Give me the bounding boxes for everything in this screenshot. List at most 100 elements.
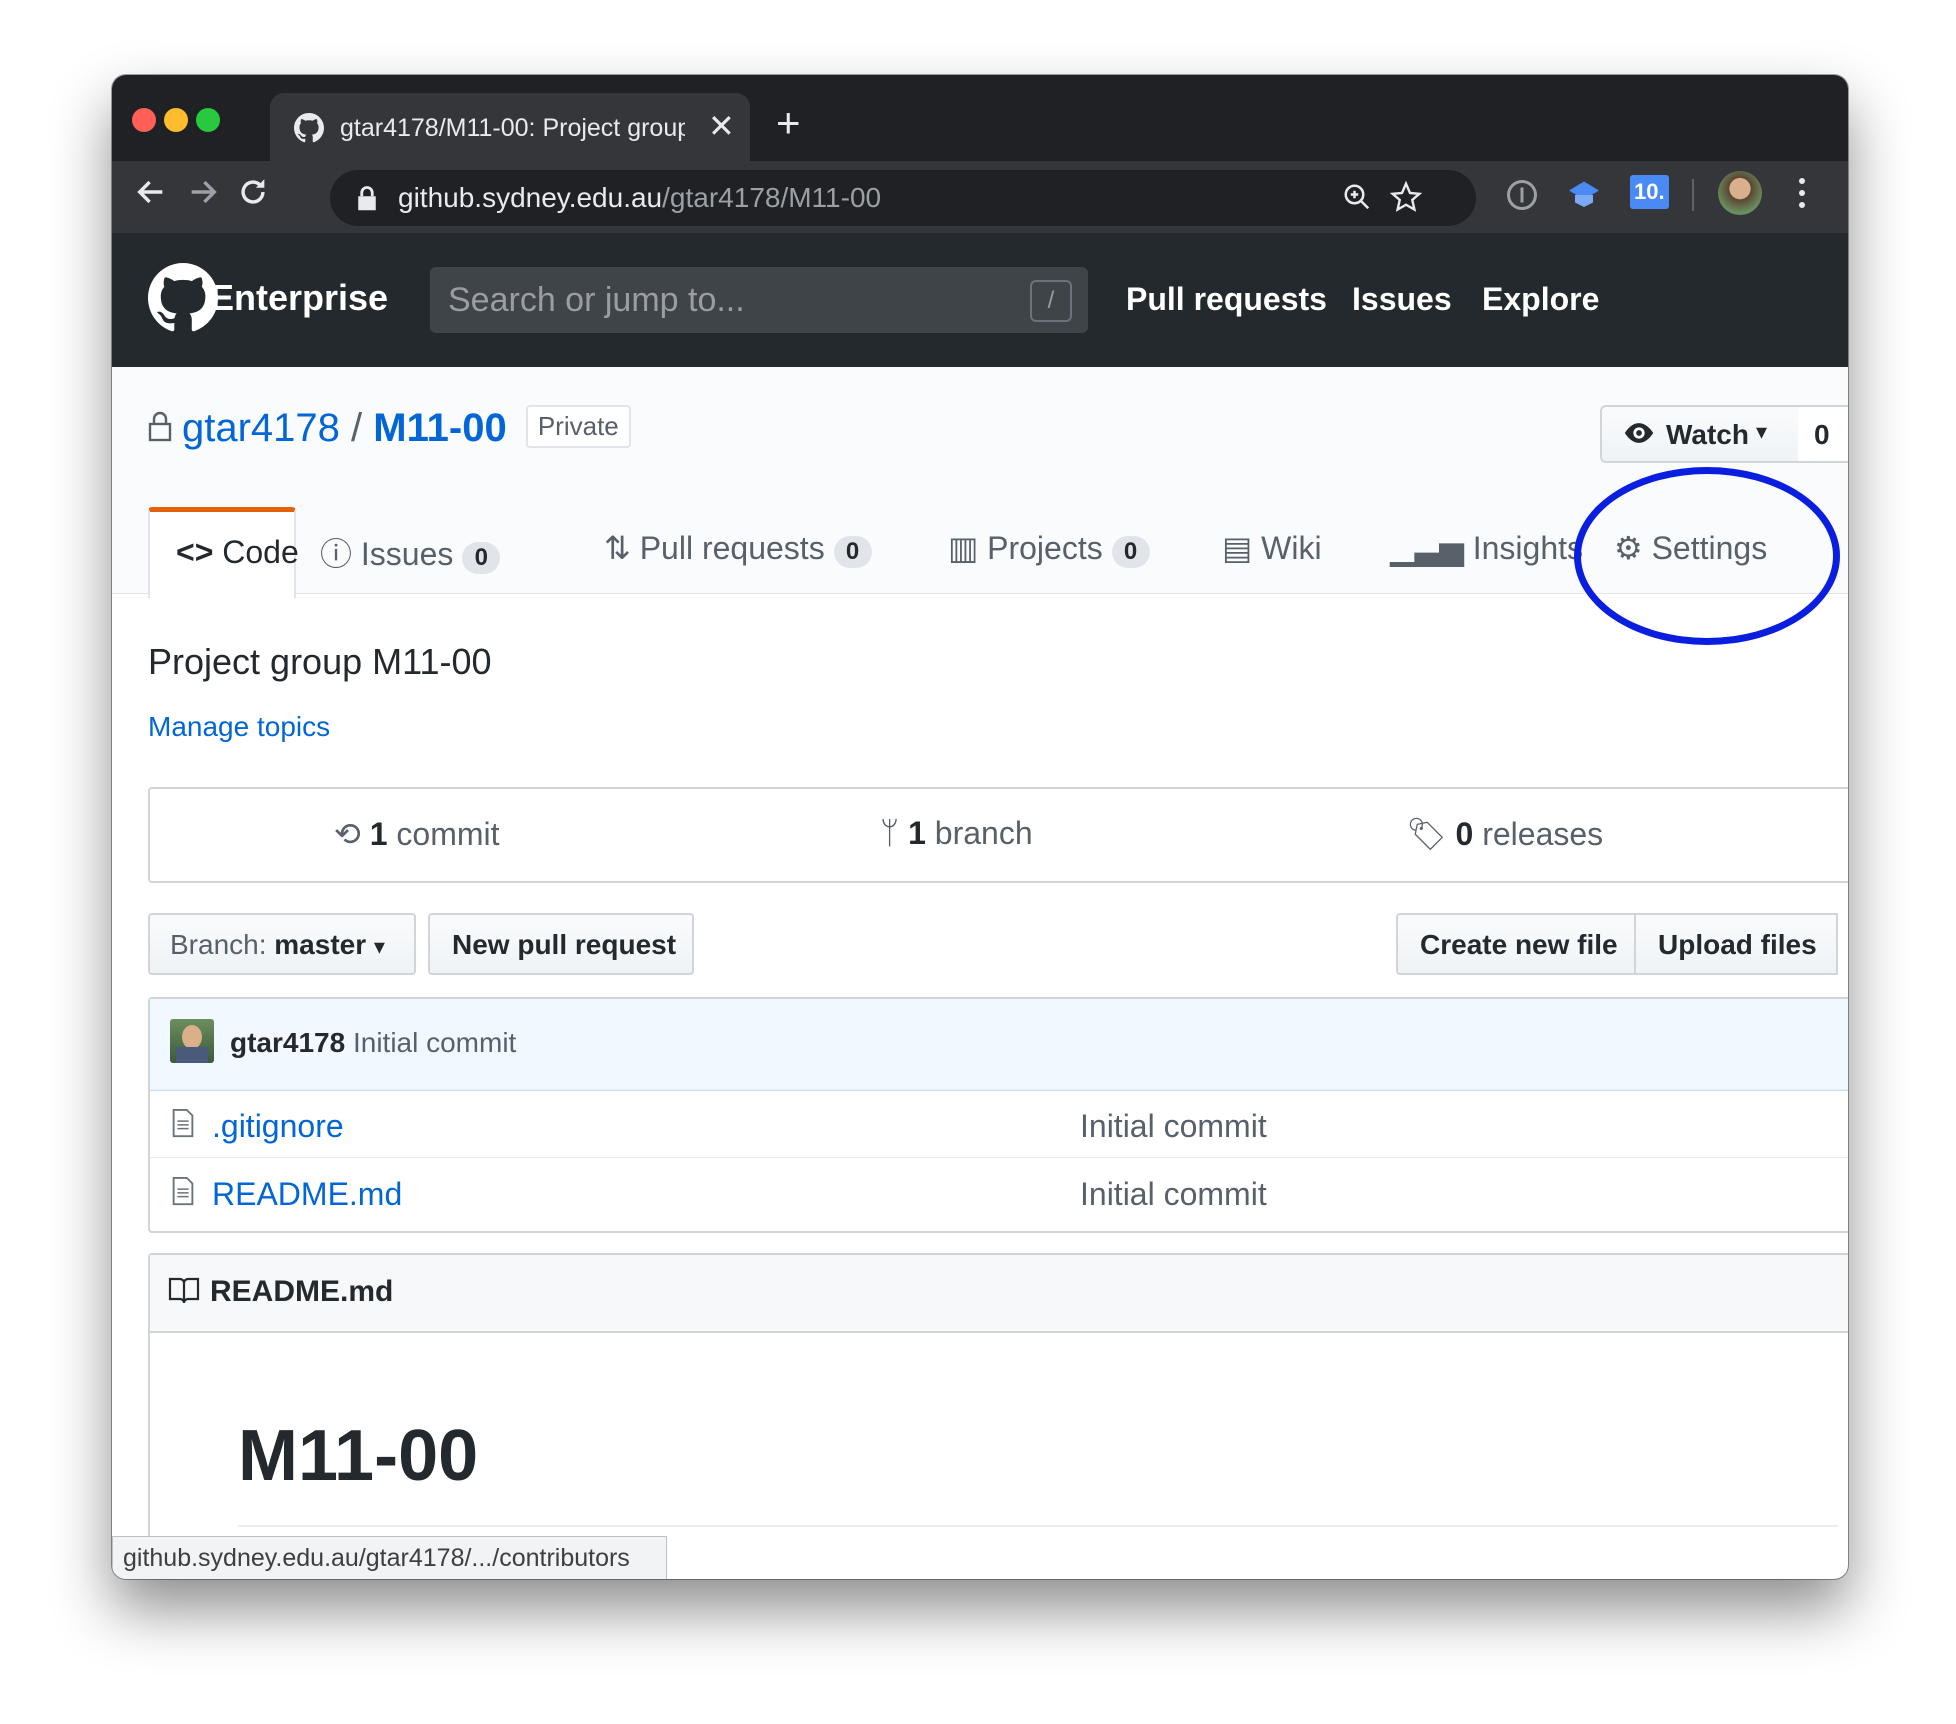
- calendar-extension-badge[interactable]: 10.: [1630, 175, 1669, 209]
- repo-name-link[interactable]: M11-00: [373, 406, 506, 450]
- releases-label: releases: [1482, 816, 1604, 852]
- zoom-icon[interactable]: [1342, 182, 1372, 219]
- file-row: README.md Initial commit: [150, 1157, 1848, 1226]
- repo-description: Project group M11-00: [148, 641, 492, 682]
- github-header: Enterprise Search or jump to... / Pull r…: [112, 233, 1848, 367]
- readme-box: README.md M11-00: [148, 1253, 1848, 1579]
- tab-pull-requests-label: Pull requests: [639, 530, 825, 566]
- readme-divider: [238, 1525, 1838, 1527]
- watch-caret-icon: ▾: [1756, 419, 1768, 444]
- tab-wiki-content: ▤ Wiki: [1222, 529, 1322, 567]
- search-shortcut-hint: /: [1030, 280, 1072, 322]
- watch-count-value: 0: [1814, 419, 1830, 450]
- file-commit-message[interactable]: Initial commit: [1080, 1176, 1267, 1213]
- back-icon[interactable]: [134, 175, 168, 218]
- commit-message[interactable]: Initial commit: [353, 1027, 516, 1058]
- minimize-window-button[interactable]: [164, 108, 188, 132]
- browser-window: gtar4178/M11-00: Project group M11-00 ✕ …: [112, 75, 1848, 1579]
- book-icon: ▤: [1222, 530, 1253, 566]
- profile-avatar[interactable]: [1718, 171, 1762, 215]
- tab-pull-requests-content: ⇅ Pull requests 0: [604, 529, 872, 568]
- password-extension-icon[interactable]: [1504, 177, 1540, 218]
- create-new-file-button[interactable]: Create new file: [1396, 913, 1636, 975]
- upload-files-button[interactable]: Upload files: [1634, 913, 1838, 975]
- url-path: /gtar4178/M11-00: [662, 182, 882, 213]
- eye-icon: [1622, 419, 1656, 454]
- commits-stat[interactable]: ⟲ 1 commit: [334, 815, 500, 853]
- project-icon: ▥: [948, 530, 979, 566]
- caret-down-icon: ▾: [373, 934, 385, 959]
- lock-icon: [356, 184, 378, 219]
- projects-count: 0: [1111, 536, 1150, 568]
- repo-stats-bar: ⟲ 1 commit ᛘ 1 branch 🏷 0 releases: [148, 787, 1848, 883]
- tab-issues-label: Issues: [360, 536, 454, 572]
- browser-tab[interactable]: gtar4178/M11-00: Project group M11-00 ✕: [270, 93, 750, 163]
- repo-separator: /: [351, 406, 363, 450]
- branches-stat[interactable]: ᛘ 1 branch: [880, 815, 1033, 852]
- tab-code-label: Code: [222, 534, 299, 570]
- graph-icon: ▁▃▅: [1390, 530, 1464, 566]
- tab-insights-label: Insights: [1472, 530, 1583, 566]
- releases-stat[interactable]: 🏷 0 releases: [1406, 815, 1603, 853]
- nav-pull-requests[interactable]: Pull requests: [1126, 281, 1327, 318]
- tab-close-icon[interactable]: ✕: [708, 107, 735, 145]
- browser-toolbar: github.sydney.edu.au/gtar4178/M11-00 10.: [112, 161, 1848, 233]
- nav-explore[interactable]: Explore: [1482, 281, 1599, 318]
- private-badge: Private: [525, 405, 631, 448]
- branches-label: branch: [934, 815, 1033, 851]
- watch-count[interactable]: 0: [1798, 405, 1848, 463]
- file-name-link[interactable]: README.md: [212, 1176, 402, 1213]
- manage-topics-link[interactable]: Manage topics: [148, 711, 330, 743]
- toolbar-divider: [1692, 179, 1694, 211]
- browser-menu-icon[interactable]: [1796, 175, 1808, 216]
- readme-title: README.md: [210, 1275, 394, 1308]
- nav-issues[interactable]: Issues: [1352, 281, 1452, 318]
- address-bar[interactable]: github.sydney.edu.au/gtar4178/M11-00: [330, 170, 1476, 226]
- readme-heading: M11-00: [238, 1416, 479, 1496]
- file-list: gtar4178 Initial commit .gitignore Initi…: [148, 997, 1848, 1233]
- code-icon: <>: [176, 534, 214, 570]
- new-tab-button[interactable]: +: [776, 99, 801, 147]
- readme-header: README.md: [150, 1255, 1848, 1333]
- github-favicon-icon: [294, 113, 324, 150]
- tab-projects-label: Projects: [987, 530, 1103, 566]
- repo-owner-link[interactable]: gtar4178: [182, 406, 340, 450]
- new-pull-request-button[interactable]: New pull request: [428, 913, 694, 975]
- branch-select-button[interactable]: Branch: master ▾: [148, 913, 416, 975]
- bookmark-star-icon[interactable]: [1389, 180, 1423, 220]
- branches-count: 1: [908, 815, 926, 851]
- branch-icon: ᛘ: [880, 815, 900, 851]
- repo-title: gtar4178 / M11-00 Private: [148, 405, 631, 453]
- releases-count: 0: [1455, 816, 1474, 852]
- latest-commit-bar: gtar4178 Initial commit: [150, 999, 1848, 1091]
- tab-title: gtar4178/M11-00: Project group M11-00: [340, 114, 685, 142]
- file-commit-message[interactable]: Initial commit: [1080, 1108, 1267, 1145]
- search-input[interactable]: Search or jump to... /: [430, 267, 1088, 333]
- file-name-link[interactable]: .gitignore: [212, 1108, 344, 1145]
- tab-wiki-label: Wiki: [1261, 530, 1322, 566]
- tab-code[interactable]: <> Code: [148, 507, 299, 598]
- tab-insights-content: ▁▃▅ Insights: [1390, 529, 1583, 567]
- commit-author[interactable]: gtar4178: [230, 1027, 345, 1058]
- reload-icon[interactable]: [236, 175, 270, 218]
- maximize-window-button[interactable]: [196, 108, 220, 132]
- branch-name: master: [274, 929, 367, 960]
- enterprise-brand[interactable]: Enterprise: [210, 277, 388, 319]
- tab-projects-content: ▥ Projects 0: [948, 529, 1150, 568]
- tab-code-content: <> Code: [176, 534, 299, 571]
- upload-files-label: Upload files: [1658, 929, 1817, 960]
- new-pull-request-label: New pull request: [452, 929, 677, 960]
- file-icon: [170, 1108, 196, 1143]
- latest-commit-text: gtar4178 Initial commit: [230, 1027, 516, 1059]
- tab-bar: gtar4178/M11-00: Project group M11-00 ✕ …: [112, 75, 1848, 163]
- close-window-button[interactable]: [132, 108, 156, 132]
- watch-label: Watch: [1666, 419, 1749, 450]
- settings-highlight-annotation: [1574, 467, 1840, 645]
- author-avatar[interactable]: [170, 1019, 214, 1063]
- graduation-extension-icon[interactable]: [1566, 177, 1602, 218]
- file-icon: [170, 1176, 196, 1211]
- url-host: github.sydney.edu.au: [398, 182, 663, 213]
- github-logo-icon[interactable]: [148, 263, 218, 338]
- watch-button[interactable]: Watch ▾: [1600, 405, 1802, 463]
- forward-icon[interactable]: [186, 175, 220, 218]
